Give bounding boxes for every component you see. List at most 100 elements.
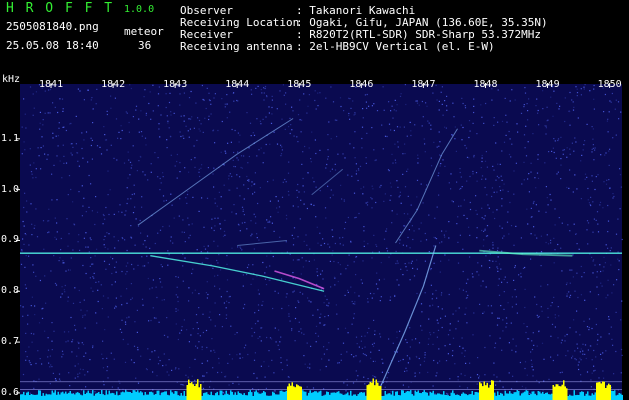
noise-speck (573, 150, 575, 152)
noise-speck (180, 115, 182, 117)
noise-speck (544, 162, 546, 164)
noise-speck (41, 317, 44, 319)
noise-speck (252, 193, 254, 195)
noise-speck (514, 265, 516, 267)
noise-speck (545, 125, 547, 127)
noise-speck (209, 99, 211, 102)
noise-speck (534, 177, 536, 179)
noise-speck (253, 372, 255, 375)
level-bar (291, 382, 293, 400)
noise-speck (340, 105, 342, 108)
noise-speck (58, 127, 60, 129)
noise-speck (480, 167, 482, 169)
noise-speck (402, 384, 404, 386)
noise-speck (239, 353, 241, 355)
noise-speck (577, 347, 579, 349)
noise-speck (603, 181, 605, 183)
noise-speck (580, 348, 582, 350)
noise-speck (612, 193, 614, 195)
level-bar (434, 394, 436, 400)
noise-speck (60, 296, 62, 298)
noise-speck (540, 285, 542, 287)
noise-speck (566, 186, 568, 189)
noise-speck (580, 160, 582, 162)
level-bar (398, 395, 400, 400)
noise-speck (544, 125, 546, 127)
noise-speck (274, 390, 276, 392)
noise-speck (241, 167, 243, 169)
noise-speck (79, 368, 82, 370)
noise-speck (92, 345, 94, 347)
noise-speck (58, 378, 61, 380)
noise-speck (392, 117, 394, 119)
noise-speck (153, 317, 156, 319)
noise-speck (115, 261, 117, 263)
noise-speck (41, 363, 43, 365)
noise-speck (523, 134, 526, 136)
noise-speck (107, 194, 109, 196)
level-bar (92, 390, 94, 400)
level-bar (435, 394, 437, 400)
level-bar (129, 392, 131, 400)
noise-speck (407, 168, 409, 170)
noise-speck (231, 128, 233, 131)
noise-speck (502, 386, 504, 388)
noise-speck (149, 247, 151, 249)
noise-speck (74, 377, 76, 379)
noise-speck (53, 164, 55, 166)
level-bar (357, 394, 359, 400)
noise-speck (357, 375, 359, 377)
noise-speck (94, 255, 96, 257)
noise-speck (592, 144, 594, 146)
noise-speck (583, 88, 585, 90)
noise-speck (433, 332, 435, 334)
noise-speck (191, 375, 193, 377)
noise-speck (354, 217, 356, 219)
noise-speck (239, 134, 241, 136)
noise-speck (500, 175, 502, 177)
noise-speck (498, 263, 501, 265)
noise-speck (63, 162, 65, 164)
noise-speck (351, 175, 353, 177)
noise-speck (258, 149, 260, 151)
noise-speck (528, 173, 530, 175)
noise-speck (67, 269, 70, 271)
level-bar (108, 390, 110, 400)
noise-speck (260, 147, 262, 149)
noise-speck (418, 228, 420, 230)
noise-speck (574, 174, 576, 176)
noise-speck (103, 384, 105, 386)
noise-speck (439, 242, 441, 244)
level-bar (294, 387, 296, 400)
noise-speck (102, 213, 104, 216)
noise-speck (590, 196, 592, 198)
noise-speck (548, 151, 550, 153)
noise-speck (332, 236, 334, 238)
noise-speck (114, 247, 116, 249)
noise-speck (621, 238, 623, 241)
noise-speck (607, 247, 609, 249)
level-bar (582, 391, 584, 400)
noise-speck (394, 351, 396, 353)
noise-speck (87, 161, 89, 163)
noise-speck (399, 239, 401, 241)
noise-speck (507, 190, 509, 193)
noise-speck (243, 347, 246, 349)
noise-speck (72, 146, 74, 148)
noise-speck (538, 382, 540, 384)
level-bar (612, 391, 614, 400)
noise-speck (196, 347, 199, 349)
noise-speck (137, 382, 140, 384)
noise-speck (431, 165, 433, 167)
level-bar (395, 391, 397, 400)
noise-speck (251, 327, 253, 329)
noise-speck (236, 157, 238, 159)
level-bar (282, 391, 284, 400)
noise-speck (511, 89, 513, 91)
noise-speck (303, 355, 305, 357)
noise-speck (190, 90, 192, 93)
noise-speck (528, 98, 530, 100)
noise-speck (136, 309, 138, 311)
noise-speck (363, 376, 365, 378)
level-bar (374, 385, 376, 400)
